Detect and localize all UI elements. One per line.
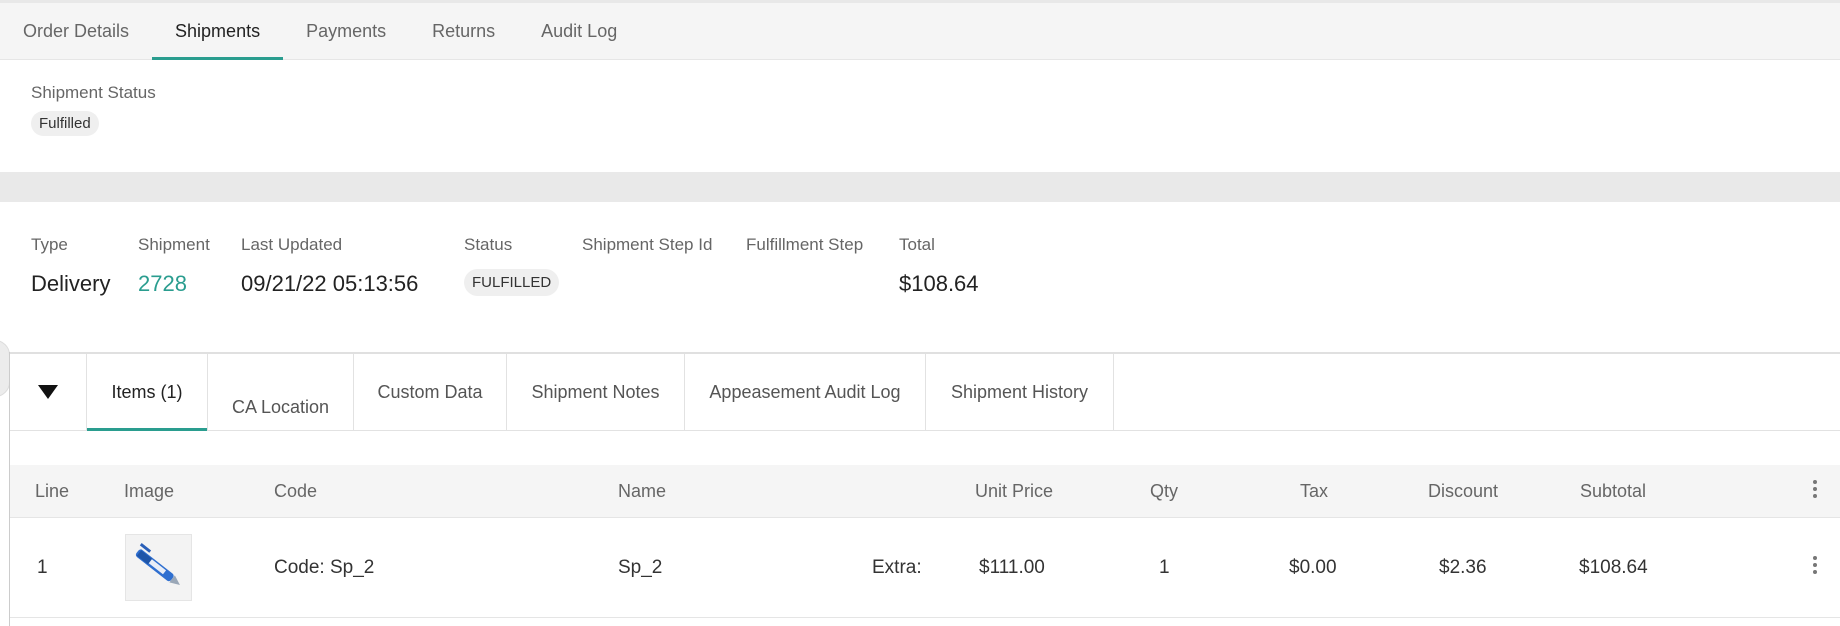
cell-code: Code: Sp_2 (274, 557, 375, 578)
section-divider (0, 172, 1840, 202)
kebab-icon[interactable] (1805, 480, 1825, 498)
col-name: Name (618, 481, 667, 501)
total-label: Total (899, 235, 935, 254)
status-field: Status FULFILLED (464, 235, 560, 296)
tab-audit-log[interactable]: Audit Log (518, 3, 640, 60)
tab-ca-location[interactable]: CA Location (208, 354, 354, 430)
col-line: Line (35, 481, 70, 501)
type-field: Type Delivery (31, 235, 110, 297)
status-label: Status (464, 235, 513, 254)
cell-discount: $2.36 (1439, 557, 1487, 578)
row-kebab-icon[interactable] (1805, 556, 1825, 574)
pen-icon (125, 534, 192, 601)
shipment-status-label: Shipment Status (31, 83, 156, 102)
top-tab-bar: Order Details Shipments Payments Returns… (0, 0, 1840, 60)
col-qty: Qty (1150, 481, 1179, 501)
type-label: Type (31, 235, 68, 254)
fulfillment-step-field: Fulfillment Step (746, 235, 863, 255)
total-field: Total $108.64 (899, 235, 979, 297)
col-discount: Discount (1428, 481, 1499, 501)
fulfillment-step-label: Fulfillment Step (746, 235, 864, 254)
col-image: Image (124, 481, 175, 501)
collapse-button[interactable] (10, 354, 87, 430)
col-subtotal: Subtotal (1580, 481, 1647, 501)
shipment-status-badge: Fulfilled (31, 111, 99, 136)
cell-tax: $0.00 (1289, 557, 1337, 578)
last-updated-field: Last Updated 09/21/22 05:13:56 (241, 235, 418, 297)
shipment-label: Shipment (138, 235, 210, 254)
shipment-summary: Type Delivery Shipment 2728 Last Updated… (0, 202, 1840, 352)
tab-items[interactable]: Items (1) (87, 354, 208, 431)
tab-order-details[interactable]: Order Details (0, 3, 152, 60)
tab-custom-data[interactable]: Custom Data (354, 354, 507, 430)
total-value: $108.64 (899, 271, 979, 296)
col-tax: Tax (1300, 481, 1329, 501)
tab-payments[interactable]: Payments (283, 3, 409, 60)
cell-line: 1 (37, 557, 48, 578)
tab-shipment-history[interactable]: Shipment History (926, 354, 1114, 430)
shipment-tab-bar: Items (1) CA Location Custom Data Shipme… (10, 352, 1840, 431)
cell-qty: 1 (1159, 557, 1170, 578)
tab-shipments[interactable]: Shipments (152, 3, 284, 60)
shipment-link[interactable]: 2728 (138, 271, 210, 297)
items-table-header: Line Image Code Name Unit Price Qty Tax … (10, 465, 1840, 518)
last-updated-value: 09/21/22 05:13:56 (241, 271, 419, 296)
triangle-down-icon (38, 385, 58, 399)
last-updated-label: Last Updated (241, 235, 343, 254)
shipment-field: Shipment 2728 (138, 235, 210, 297)
tab-appeasement-audit-log[interactable]: Appeasement Audit Log (685, 354, 926, 430)
cell-unit-price: $111.00 (979, 557, 1045, 578)
col-code: Code (274, 481, 318, 501)
type-value: Delivery (31, 271, 111, 296)
status-badge: FULFILLED (464, 269, 560, 296)
col-unit-price: Unit Price (975, 481, 1054, 501)
cell-extra: Extra: (872, 557, 922, 578)
tab-shipment-notes[interactable]: Shipment Notes (507, 354, 685, 430)
tab-returns[interactable]: Returns (409, 3, 518, 60)
cell-subtotal: $108.64 (1579, 557, 1648, 578)
shipment-status-section: Shipment Status Fulfilled (0, 60, 1840, 172)
cell-name: Sp_2 (618, 557, 663, 578)
step-id-label: Shipment Step Id (582, 235, 713, 254)
step-id-field: Shipment Step Id (582, 235, 712, 255)
table-row: 1 Code: Sp_2 Sp_2 Extra: $111.00 1 $0.00… (10, 518, 1840, 618)
